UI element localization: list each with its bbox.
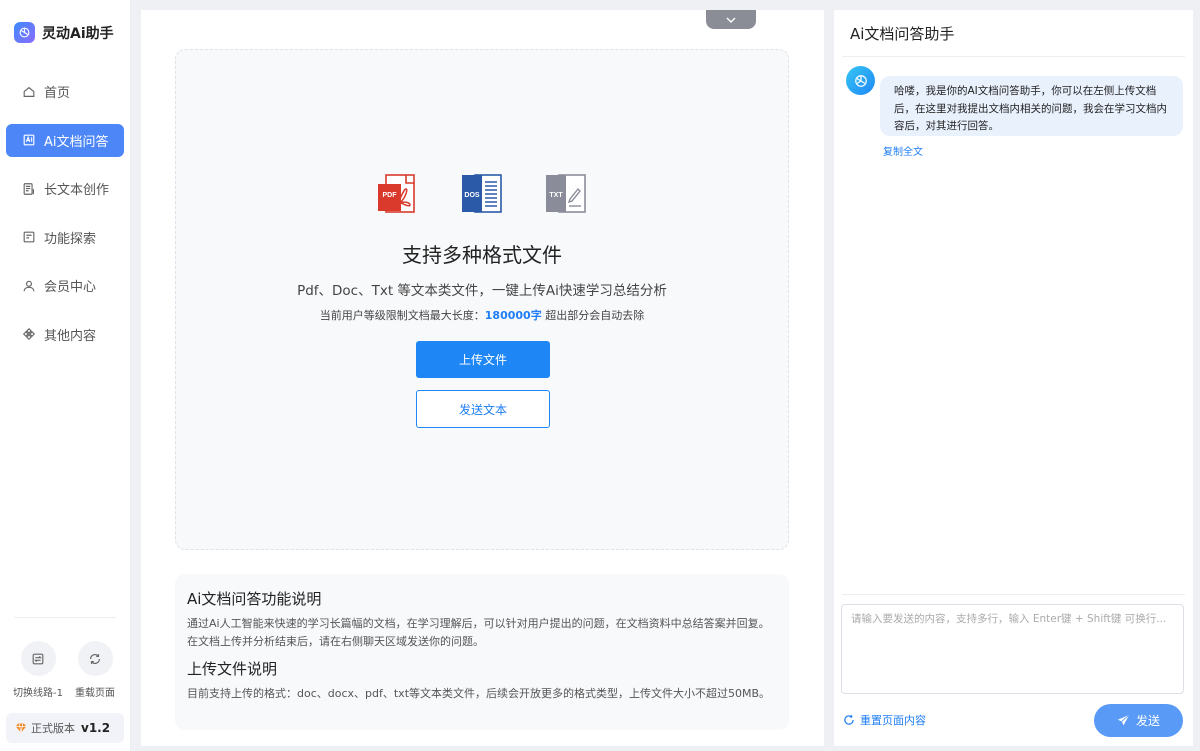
chat-title: Ai文档问答助手 (850, 25, 955, 43)
txt-file-icon: TXT (546, 174, 586, 213)
info-panel: Ai文档问答功能说明 通过Ai人工智能来快速的学习长篇幅的文档，在学习理解后，可… (175, 574, 789, 730)
send-text-button[interactable]: 发送文本 (416, 390, 550, 428)
doc-file-icon: DOS (462, 174, 502, 213)
sidebar-item-label: 首页 (44, 86, 71, 101)
chevron-down-icon (726, 17, 736, 23)
explore-icon (23, 231, 35, 243)
limit-prefix: 当前用户等级限制文档最大长度： (319, 309, 485, 322)
brand-title: 灵动Ai助手 (42, 25, 114, 42)
document-ai-icon (23, 134, 35, 146)
sidebar-item-label: 长文本创作 (44, 183, 110, 198)
refresh-icon (844, 715, 854, 725)
sidebar-item-label: 功能探索 (44, 231, 97, 247)
version-label: 正式版本 (31, 722, 75, 735)
send-label: 发送 (1135, 714, 1160, 728)
chat-panel: Ai文档问答助手 哈喽，我是你的AI文档问答助手，你可以在左侧上传文档后，在这里… (834, 10, 1193, 746)
chat-message-input[interactable] (841, 604, 1184, 694)
sidebar-divider (14, 617, 116, 618)
upload-subtitle: Pdf、Doc、Txt 等文本类文件，一键上传Ai快速学习总结分析 (297, 283, 667, 299)
upload-title: 支持多种格式文件 (402, 243, 562, 267)
sidebar-item-label: 会员中心 (44, 280, 97, 295)
pdf-file-icon: PDF (378, 174, 415, 213)
sidebar-item-home[interactable]: 首页 (6, 75, 124, 108)
version-number: v1.2 (81, 721, 111, 735)
copy-all-link[interactable]: 复制全文 (883, 143, 923, 158)
sidebar-item-ai-doc-qa[interactable]: Ai文档问答 (6, 123, 124, 157)
sidebar-item-explore[interactable]: 功能探索 (6, 221, 124, 254)
long-text-icon (23, 182, 34, 195)
home-icon (23, 86, 35, 97)
other-icon (22, 327, 36, 341)
switch-route-button[interactable]: 切换线路-1 (8, 641, 68, 699)
sidebar: 灵动Ai助手 首页 Ai文档问答 长文本创作 功能探索 会员中心 其他内容 切换… (0, 0, 131, 751)
bot-avatar (846, 66, 875, 95)
txt-file-label: TXT (549, 192, 563, 199)
reload-page-button[interactable]: 重载页面 (65, 641, 125, 699)
sidebar-item-member[interactable]: 会员中心 (6, 269, 124, 302)
sidebar-nav: 首页 Ai文档问答 长文本创作 功能探索 会员中心 其他内容 (6, 75, 124, 366)
user-icon (23, 280, 35, 291)
info-title-feature: Ai文档问答功能说明 (187, 590, 322, 608)
chat-footer-divider (842, 594, 1185, 595)
send-icon (1117, 714, 1130, 726)
doc-file-label: DOS (464, 192, 480, 199)
sidebar-item-other[interactable]: 其他内容 (6, 318, 124, 351)
limit-value: 180000字 (484, 309, 542, 322)
chat-header-divider (842, 56, 1185, 57)
limit-suffix: 超出部分会自动去除 (541, 309, 645, 322)
diamond-icon (15, 723, 27, 733)
collapse-toggle[interactable] (706, 10, 756, 29)
refresh-icon (77, 641, 113, 676)
info-body-upload: 目前支持上传的格式：doc、docx、pdf、txt等文本类文件，后续会开放更多… (187, 687, 771, 700)
brand: 灵动Ai助手 (14, 22, 114, 43)
upload-file-button[interactable]: 上传文件 (416, 341, 550, 378)
send-button[interactable]: 发送 (1094, 704, 1183, 737)
sidebar-item-long-text[interactable]: 长文本创作 (6, 172, 124, 205)
bot-message-bubble: 哈喽，我是你的AI文档问答助手，你可以在左侧上传文档后，在这里对我提出文档内相关… (880, 76, 1183, 136)
pdf-file-label: PDF (383, 192, 398, 199)
info-title-upload: 上传文件说明 (187, 660, 278, 678)
upload-drop-zone[interactable]: PDF DOS TXT 支持多种格式文件 Pdf、Doc、Txt 等文本类文件，… (175, 49, 789, 550)
openai-logo-icon (854, 74, 867, 87)
reset-page-button[interactable]: 重置页面内容 (843, 712, 926, 728)
version-badge: 正式版本 v1.2 (6, 713, 124, 743)
file-type-icons: PDF DOS TXT (176, 173, 788, 215)
switch-route-icon (20, 641, 56, 676)
reload-page-label: 重载页面 (75, 688, 115, 699)
info-body-feature: 通过Ai人工智能来快速的学习长篇幅的文档，在学习理解后，可以针对用户提出的问题，… (187, 617, 770, 648)
reset-page-label: 重置页面内容 (860, 714, 926, 727)
openai-logo-icon (14, 22, 35, 43)
upload-limit-text: 当前用户等级限制文档最大长度：180000字 超出部分会自动去除 (176, 307, 788, 323)
switch-route-label: 切换线路-1 (13, 688, 63, 699)
sidebar-item-label: 其他内容 (44, 328, 97, 344)
sidebar-item-label: Ai文档问答 (44, 134, 109, 150)
